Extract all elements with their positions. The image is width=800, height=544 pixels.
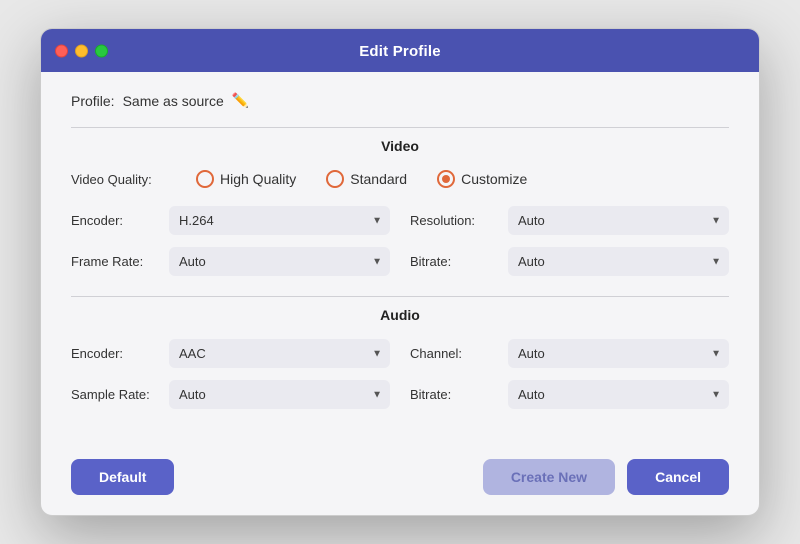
edit-profile-window: Edit Profile Profile: Same as source ✏️ … <box>40 28 760 516</box>
audio-section-title: Audio <box>71 307 729 323</box>
profile-row: Profile: Same as source ✏️ <box>71 92 729 109</box>
audio-encoder-row: Encoder: AAC MP3 AC3 ▼ <box>71 339 390 368</box>
titlebar: Edit Profile <box>41 29 759 72</box>
video-section-title: Video <box>71 138 729 154</box>
quality-customize-radio[interactable] <box>437 170 455 188</box>
audio-divider <box>71 296 729 297</box>
audio-bitrate-label: Bitrate: <box>410 387 500 402</box>
quality-standard-option[interactable]: Standard <box>326 170 407 188</box>
audio-samplerate-select[interactable]: Auto 44100 48000 <box>169 380 390 409</box>
content-area: Profile: Same as source ✏️ Video Video Q… <box>41 72 759 443</box>
audio-encoder-wrapper: AAC MP3 AC3 ▼ <box>169 339 390 368</box>
video-resolution-wrapper: Auto 1080p 720p 480p ▼ <box>508 206 729 235</box>
video-encoder-row: Encoder: H.264 H.265 MPEG-4 ▼ <box>71 206 390 235</box>
default-button[interactable]: Default <box>71 459 174 495</box>
quality-customize-option[interactable]: Customize <box>437 170 527 188</box>
minimize-button[interactable] <box>75 44 88 57</box>
video-divider <box>71 127 729 128</box>
maximize-button[interactable] <box>95 44 108 57</box>
audio-channel-wrapper: Auto Stereo Mono ▼ <box>508 339 729 368</box>
audio-samplerate-label: Sample Rate: <box>71 387 161 402</box>
video-bitrate-row: Bitrate: Auto 1000k 2000k 4000k 8000k ▼ <box>410 247 729 276</box>
audio-bitrate-wrapper: Auto 128k 192k 256k 320k ▼ <box>508 380 729 409</box>
video-fields-grid: Encoder: H.264 H.265 MPEG-4 ▼ Resolution… <box>71 206 729 276</box>
quality-high-radio[interactable] <box>196 170 214 188</box>
audio-channel-select[interactable]: Auto Stereo Mono <box>508 339 729 368</box>
audio-bitrate-select[interactable]: Auto 128k 192k 256k 320k <box>508 380 729 409</box>
video-bitrate-wrapper: Auto 1000k 2000k 4000k 8000k ▼ <box>508 247 729 276</box>
quality-high-option[interactable]: High Quality <box>196 170 296 188</box>
audio-encoder-label: Encoder: <box>71 346 161 361</box>
video-resolution-label: Resolution: <box>410 213 500 228</box>
audio-channel-row: Channel: Auto Stereo Mono ▼ <box>410 339 729 368</box>
audio-encoder-select[interactable]: AAC MP3 AC3 <box>169 339 390 368</box>
video-resolution-select[interactable]: Auto 1080p 720p 480p <box>508 206 729 235</box>
cancel-button[interactable]: Cancel <box>627 459 729 495</box>
video-framerate-wrapper: Auto 23.97 24 25 29.97 30 60 ▼ <box>169 247 390 276</box>
video-bitrate-label: Bitrate: <box>410 254 500 269</box>
audio-channel-label: Channel: <box>410 346 500 361</box>
quality-standard-radio[interactable] <box>326 170 344 188</box>
video-encoder-label: Encoder: <box>71 213 161 228</box>
video-encoder-wrapper: H.264 H.265 MPEG-4 ▼ <box>169 206 390 235</box>
audio-samplerate-row: Sample Rate: Auto 44100 48000 ▼ <box>71 380 390 409</box>
window-title: Edit Profile <box>359 43 441 60</box>
edit-profile-icon[interactable]: ✏️ <box>232 92 249 109</box>
footer: Default Create New Cancel <box>41 443 759 515</box>
audio-fields-grid: Encoder: AAC MP3 AC3 ▼ Channel: Auto Ste… <box>71 339 729 409</box>
video-quality-label: Video Quality: <box>71 172 166 187</box>
video-framerate-row: Frame Rate: Auto 23.97 24 25 29.97 30 60… <box>71 247 390 276</box>
quality-standard-label: Standard <box>350 171 407 187</box>
quality-customize-label: Customize <box>461 171 527 187</box>
create-new-button[interactable]: Create New <box>483 459 615 495</box>
profile-label: Profile: <box>71 93 115 109</box>
audio-bitrate-row: Bitrate: Auto 128k 192k 256k 320k ▼ <box>410 380 729 409</box>
video-resolution-row: Resolution: Auto 1080p 720p 480p ▼ <box>410 206 729 235</box>
close-button[interactable] <box>55 44 68 57</box>
video-framerate-select[interactable]: Auto 23.97 24 25 29.97 30 60 <box>169 247 390 276</box>
profile-value: Same as source <box>123 93 224 109</box>
video-bitrate-select[interactable]: Auto 1000k 2000k 4000k 8000k <box>508 247 729 276</box>
quality-high-label: High Quality <box>220 171 296 187</box>
video-encoder-select[interactable]: H.264 H.265 MPEG-4 <box>169 206 390 235</box>
traffic-lights <box>55 44 108 57</box>
video-framerate-label: Frame Rate: <box>71 254 161 269</box>
video-quality-row: Video Quality: High Quality Standard Cus… <box>71 170 729 188</box>
footer-right-buttons: Create New Cancel <box>483 459 729 495</box>
audio-samplerate-wrapper: Auto 44100 48000 ▼ <box>169 380 390 409</box>
